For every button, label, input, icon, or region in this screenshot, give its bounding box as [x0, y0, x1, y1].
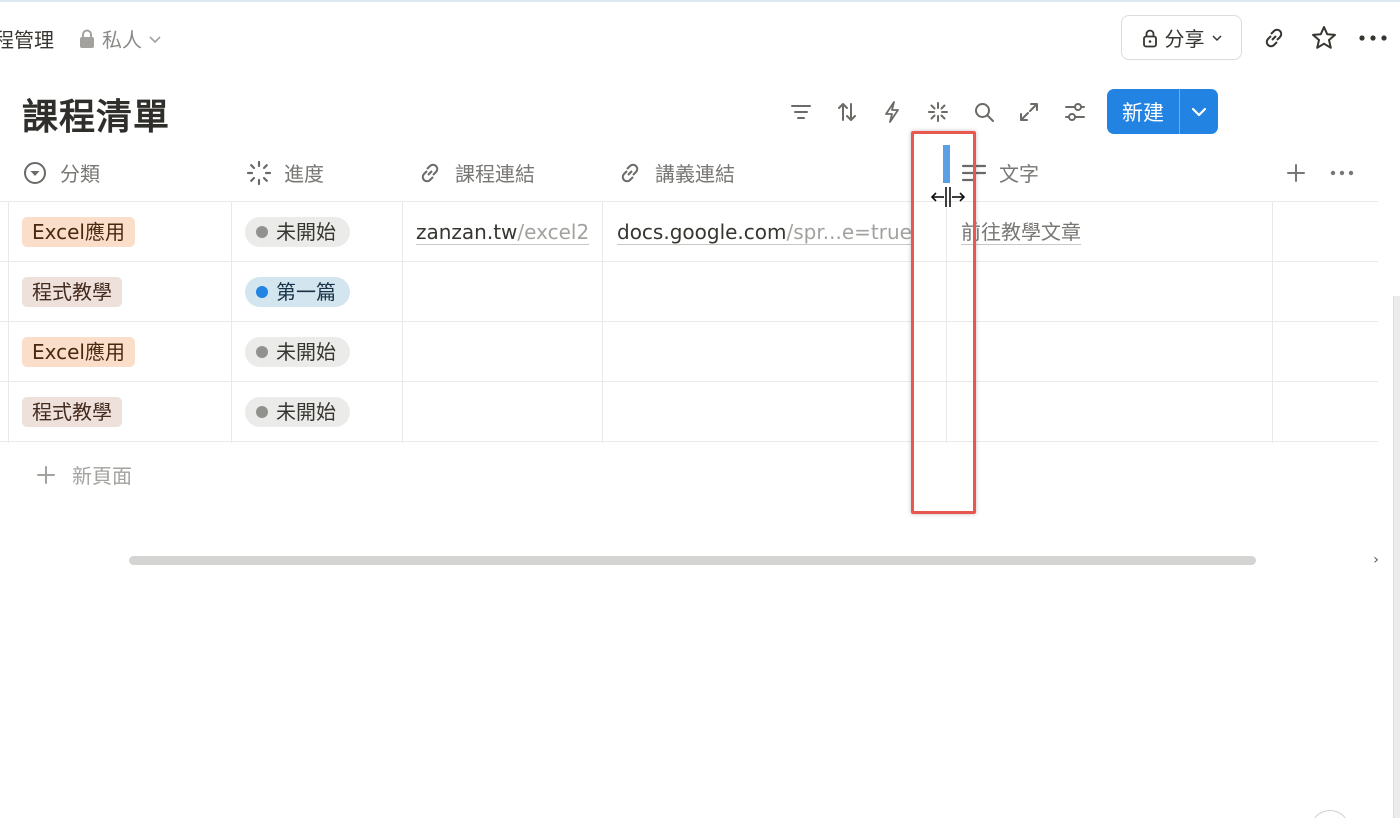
category-cell[interactable]: 程式教學	[22, 262, 122, 322]
privacy-selector[interactable]: 私人	[78, 24, 162, 53]
top-bar: 程管理 私人 分享	[0, 14, 1400, 62]
table-row[interactable]: Excel應用 未開始	[0, 322, 1378, 382]
horizontal-scrollbar[interactable]	[129, 556, 1256, 565]
status-dot	[256, 346, 268, 358]
new-page-button[interactable]: 新頁面	[36, 460, 132, 489]
table-row[interactable]: Excel應用 未開始 zanzan.tw/excel2 docs.google…	[0, 202, 1378, 262]
link-icon	[421, 163, 439, 182]
text-link[interactable]: 前往教學文章	[961, 220, 1081, 245]
new-page-label: 新頁面	[72, 464, 132, 488]
status-dot	[256, 226, 268, 238]
select-icon	[24, 161, 46, 184]
course-link-cell[interactable]: zanzan.tw/excel2	[416, 202, 592, 262]
new-button-label[interactable]: 新建	[1107, 89, 1180, 134]
category-tag: Excel應用	[22, 217, 135, 247]
expand-icon[interactable]	[1014, 97, 1044, 127]
page-title: 課程清單	[22, 97, 171, 138]
add-column-button[interactable]	[1284, 143, 1308, 202]
status-badge: 未開始	[245, 337, 350, 367]
column-header-handout-link[interactable]: 講義連結	[617, 143, 735, 202]
table-row[interactable]: 程式教學 未開始	[0, 382, 1378, 442]
status-badge: 未開始	[245, 397, 350, 427]
chevron-down-icon	[1211, 34, 1222, 41]
link-icon	[621, 163, 639, 182]
table-row[interactable]: 程式教學 第一篇	[0, 262, 1378, 322]
window-top-border	[0, 0, 1400, 2]
highlight-box	[911, 131, 976, 514]
status-icon	[246, 160, 272, 185]
chevron-right-icon[interactable]: ›	[1369, 550, 1383, 570]
sort-icon[interactable]	[832, 97, 862, 127]
settings-sliders-icon[interactable]	[1060, 97, 1090, 127]
more-options-icon	[1330, 170, 1354, 175]
filter-icon[interactable]	[786, 97, 816, 127]
category-cell[interactable]: Excel應用	[22, 202, 135, 262]
text-cell[interactable]: 前往教學文章	[961, 202, 1081, 262]
share-label: 分享	[1164, 27, 1205, 51]
search-icon[interactable]	[969, 97, 999, 127]
lock-icon	[80, 29, 94, 48]
breadcrumb[interactable]: 程管理	[0, 24, 54, 53]
vertical-scrollbar[interactable]	[1393, 296, 1400, 818]
chevron-down-icon	[149, 35, 161, 43]
new-button[interactable]: 新建	[1107, 89, 1218, 134]
chevron-down-icon	[1191, 107, 1207, 116]
table-header: 分類 進度 課程連結 講義連結 文字	[0, 143, 1378, 202]
category-cell[interactable]: Excel應用	[22, 322, 135, 382]
category-tag: Excel應用	[22, 337, 135, 367]
new-dropdown-button[interactable]	[1180, 89, 1218, 134]
privacy-label: 私人	[102, 28, 142, 52]
plus-icon	[37, 465, 55, 484]
status-cell[interactable]: 未開始	[245, 322, 350, 382]
star-icon[interactable]	[1308, 22, 1340, 54]
column-header-category[interactable]: 分類	[22, 143, 100, 202]
status-badge: 未開始	[245, 217, 350, 247]
status-cell[interactable]: 未開始	[245, 202, 350, 262]
handout-link[interactable]: docs.google.com/spr...e=true	[617, 220, 912, 245]
more-options-icon[interactable]	[1357, 22, 1389, 54]
status-cell[interactable]: 未開始	[245, 382, 350, 442]
handout-link-cell[interactable]: docs.google.com/spr...e=true	[617, 202, 917, 262]
help-button-edge[interactable]	[1310, 810, 1350, 818]
lock-icon	[1142, 29, 1157, 47]
category-cell[interactable]: 程式教學	[22, 382, 122, 442]
column-options-button[interactable]	[1330, 143, 1354, 202]
ai-sparkle-icon[interactable]	[923, 97, 953, 127]
automation-lightning-icon[interactable]	[877, 97, 907, 127]
share-button[interactable]: 分享	[1121, 15, 1242, 60]
copy-link-icon[interactable]	[1258, 22, 1290, 54]
status-dot	[256, 406, 268, 418]
column-header-status[interactable]: 進度	[246, 143, 324, 202]
category-tag: 程式教學	[22, 277, 122, 307]
plus-icon	[1287, 163, 1305, 182]
column-header-course-link[interactable]: 課程連結	[417, 143, 535, 202]
course-link[interactable]: zanzan.tw/excel2	[416, 220, 590, 245]
status-cell[interactable]: 第一篇	[245, 262, 350, 322]
status-dot	[256, 286, 268, 298]
category-tag: 程式教學	[22, 397, 122, 427]
status-badge: 第一篇	[245, 277, 350, 307]
